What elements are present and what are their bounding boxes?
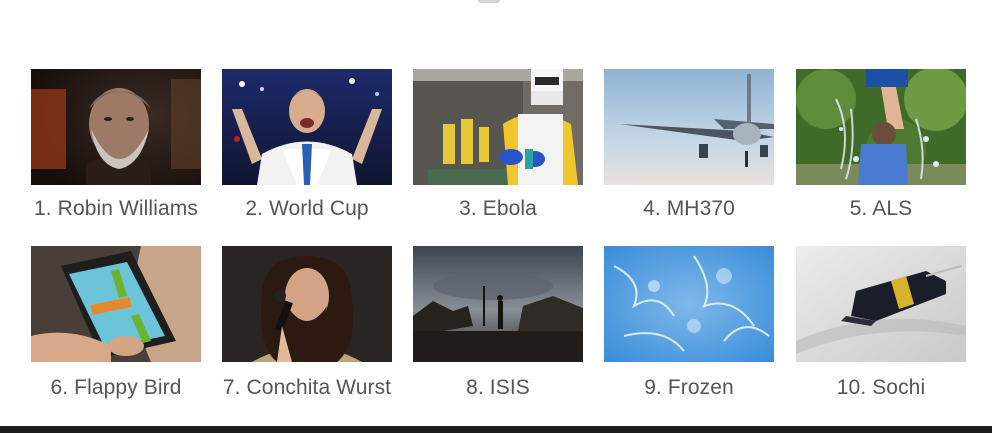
- trend-tile-frozen[interactable]: 9. Frozen: [604, 246, 774, 406]
- singer-photo-icon: [222, 246, 392, 362]
- frost-photo-icon: [604, 246, 774, 362]
- trend-tile-ebola[interactable]: 3. Ebola: [413, 69, 583, 229]
- trend-caption: 10. Sochi: [836, 376, 926, 399]
- bobsled-photo-icon: [796, 246, 966, 362]
- football-player-photo-icon: [222, 69, 392, 185]
- airplane-photo-icon: [604, 69, 774, 185]
- trend-caption: 5. ALS: [849, 197, 913, 220]
- trend-caption: 4. MH370: [643, 197, 735, 220]
- trend-caption: 9. Frozen: [644, 376, 734, 399]
- trend-tile-flappy-bird[interactable]: 6. Flappy Bird: [31, 246, 201, 406]
- trend-tile-world-cup[interactable]: 2. World Cup: [222, 69, 392, 229]
- trend-tile-conchita-wurst[interactable]: 7. Conchita Wurst: [222, 246, 392, 406]
- trend-caption: 6. Flappy Bird: [50, 376, 182, 399]
- trend-tile-robin-williams[interactable]: 1. Robin Williams: [31, 69, 201, 229]
- trend-tile-als[interactable]: 5. ALS: [796, 69, 966, 229]
- trend-caption: 7. Conchita Wurst: [222, 376, 392, 399]
- phone-game-photo-icon: [31, 246, 201, 362]
- health-worker-photo-icon: [413, 69, 583, 185]
- trend-tile-sochi[interactable]: 10. Sochi: [796, 246, 966, 406]
- trend-caption: 1. Robin Williams: [34, 197, 198, 220]
- trend-caption: 2. World Cup: [245, 197, 369, 220]
- trend-tile-mh370[interactable]: 4. MH370: [604, 69, 774, 229]
- bottom-bar: [0, 426, 992, 433]
- ruins-photo-icon: [413, 246, 583, 362]
- trends-grid: 1. Robin Williams 2. World Cup 3. Ebola …: [0, 0, 992, 433]
- portrait-photo-icon: [31, 69, 201, 185]
- ice-bucket-photo-icon: [796, 69, 966, 185]
- trend-tile-isis[interactable]: 8. ISIS: [413, 246, 583, 406]
- trend-caption: 8. ISIS: [466, 376, 530, 399]
- trend-caption: 3. Ebola: [459, 197, 537, 220]
